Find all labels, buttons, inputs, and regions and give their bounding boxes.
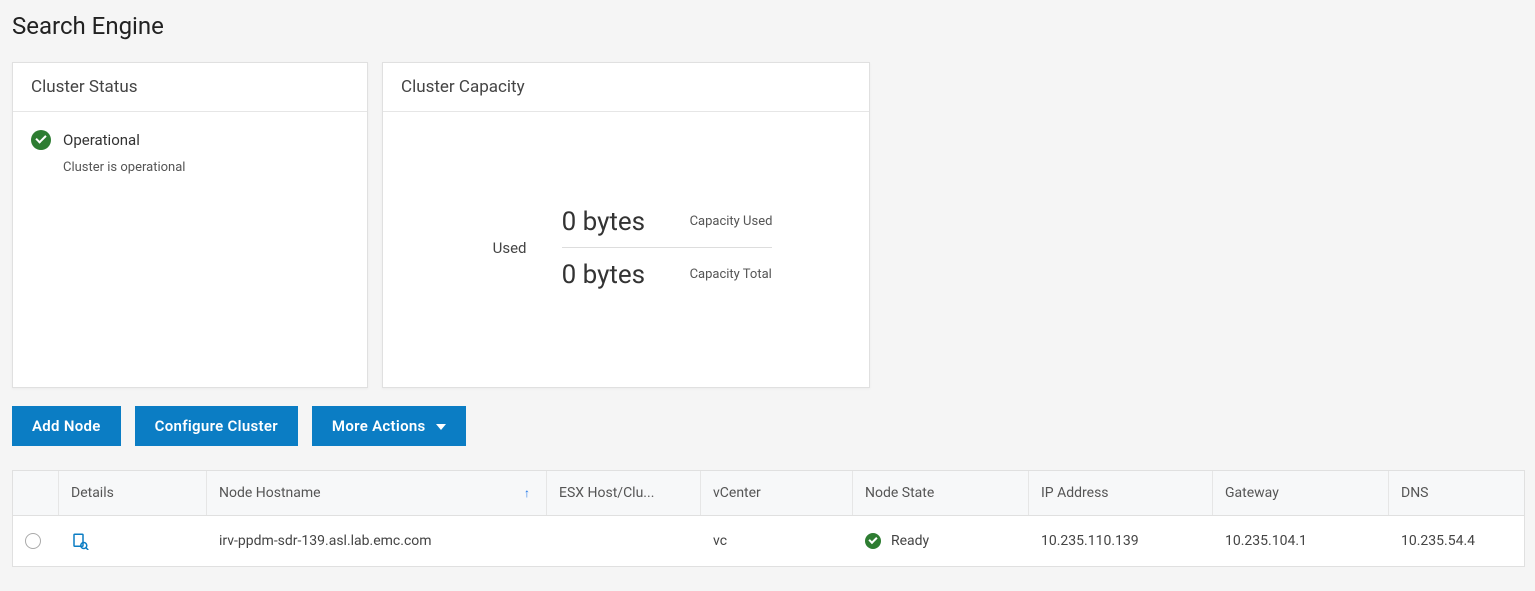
page-title: Search Engine	[12, 12, 1525, 40]
col-details-header[interactable]: Details	[59, 471, 207, 515]
cluster-capacity-title: Cluster Capacity	[383, 63, 869, 112]
cell-state: Ready	[853, 516, 1029, 566]
col-esx-header[interactable]: ESX Host/Clu...	[547, 471, 701, 515]
configure-cluster-button[interactable]: Configure Cluster	[135, 406, 298, 446]
capacity-total-caption: Capacity Total	[690, 267, 772, 283]
status-label: Operational	[63, 131, 140, 149]
more-actions-label: More Actions	[332, 417, 426, 435]
chevron-down-icon	[436, 424, 446, 430]
add-node-button[interactable]: Add Node	[12, 406, 121, 446]
check-circle-icon	[865, 533, 881, 549]
col-select-header	[13, 471, 59, 515]
row-select-radio[interactable]	[25, 533, 41, 549]
cell-gateway: 10.235.104.1	[1213, 516, 1389, 566]
col-dns-header[interactable]: DNS	[1389, 471, 1524, 515]
more-actions-button[interactable]: More Actions	[312, 406, 466, 446]
col-ip-header[interactable]: IP Address	[1029, 471, 1213, 515]
cell-ip: 10.235.110.139	[1029, 516, 1213, 566]
details-icon[interactable]	[71, 532, 89, 550]
capacity-used-value: 0 bytes	[562, 207, 672, 237]
capacity-used-label: Used	[480, 239, 540, 257]
cell-dns: 10.235.54.4	[1389, 516, 1524, 566]
nodes-table: Details Node Hostname ↑ ESX Host/Clu... …	[12, 470, 1525, 567]
state-label: Ready	[891, 533, 929, 549]
capacity-used-caption: Capacity Used	[690, 214, 773, 230]
col-gateway-header[interactable]: Gateway	[1213, 471, 1389, 515]
col-vcenter-header[interactable]: vCenter	[701, 471, 853, 515]
table-row[interactable]: irv-ppdm-sdr-139.asl.lab.emc.com vc Read…	[13, 516, 1524, 566]
capacity-total-value: 0 bytes	[562, 260, 672, 290]
check-circle-icon	[31, 130, 51, 150]
col-hostname-header[interactable]: Node Hostname ↑	[207, 471, 547, 515]
sort-asc-icon: ↑	[524, 486, 530, 500]
table-header: Details Node Hostname ↑ ESX Host/Clu... …	[13, 471, 1524, 516]
actions-row: Add Node Configure Cluster More Actions	[12, 406, 1525, 446]
cell-vcenter: vc	[701, 516, 853, 566]
cluster-capacity-card: Cluster Capacity Used 0 bytes Capacity U…	[382, 62, 870, 388]
cell-hostname: irv-ppdm-sdr-139.asl.lab.emc.com	[207, 516, 547, 566]
status-line: Operational	[31, 130, 349, 150]
col-state-header[interactable]: Node State	[853, 471, 1029, 515]
cell-esx	[547, 516, 701, 566]
status-subtext: Cluster is operational	[63, 160, 349, 175]
cluster-status-card: Cluster Status Operational Cluster is op…	[12, 62, 368, 388]
hostname-header-label: Node Hostname	[219, 485, 321, 501]
cards-row: Cluster Status Operational Cluster is op…	[12, 62, 1525, 388]
cluster-status-title: Cluster Status	[13, 63, 367, 112]
